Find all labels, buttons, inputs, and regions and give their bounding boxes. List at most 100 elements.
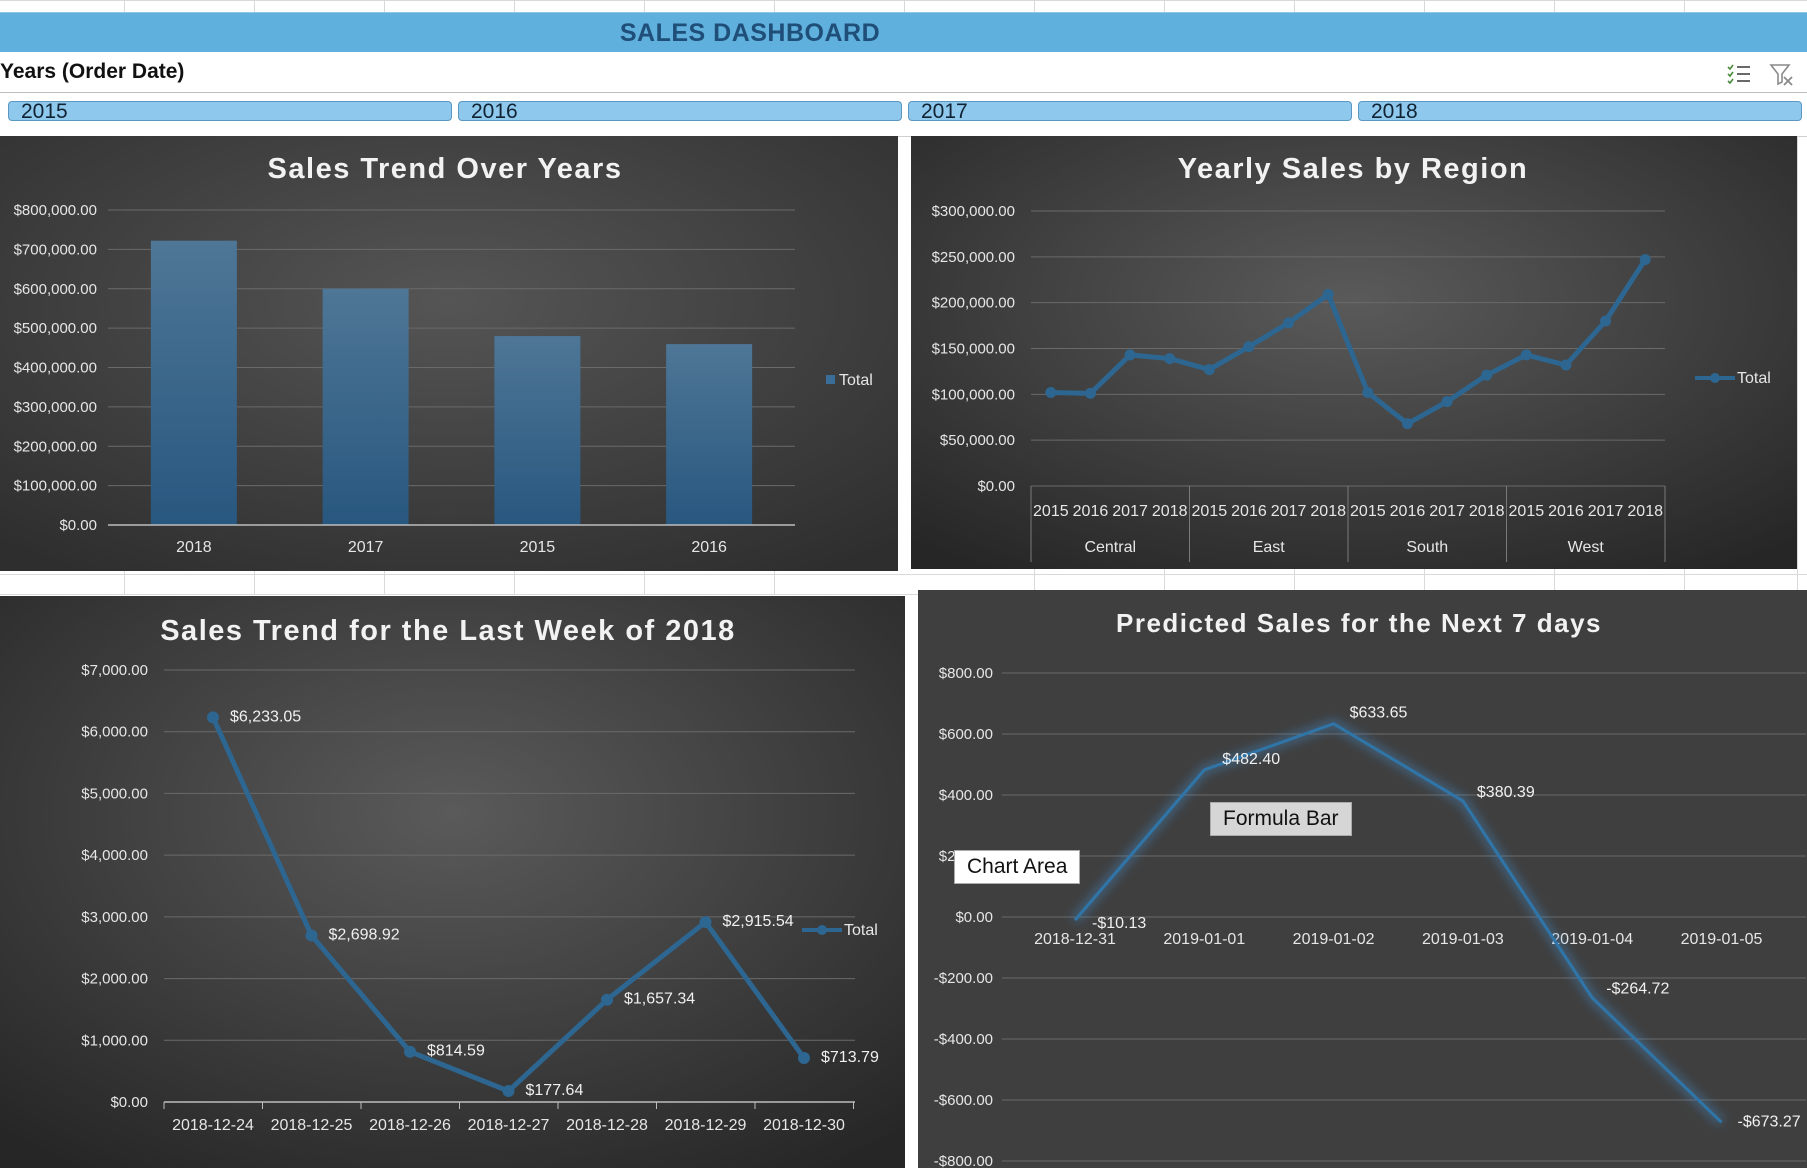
bar — [322, 288, 409, 525]
x-tick-label: 2016 — [691, 539, 727, 556]
data-label: $1,657.34 — [624, 991, 695, 1008]
chart-area-tooltip: Chart Area — [954, 850, 1081, 884]
data-label: $380.39 — [1477, 784, 1535, 801]
y-tick-label: $600,000.00 — [14, 281, 97, 298]
clear-filter-icon[interactable] — [1767, 60, 1795, 88]
x-tick-label: 2018-12-25 — [271, 1117, 353, 1134]
data-point — [1639, 254, 1651, 266]
y-tick-label: $800.00 — [939, 665, 993, 682]
group-label: South — [1406, 539, 1448, 556]
y-tick-label: $600.00 — [939, 726, 993, 743]
x-tick-label: 2018-12-26 — [369, 1117, 451, 1134]
x-tick-label: 2016 — [1390, 503, 1426, 520]
y-tick-label: -$200.00 — [934, 970, 993, 987]
bar — [150, 240, 237, 525]
data-point — [1322, 288, 1334, 300]
x-tick-label: 2019-01-03 — [1422, 931, 1504, 948]
data-point — [502, 1085, 515, 1098]
x-tick-label: 2016 — [1073, 503, 1109, 520]
y-tick-label: $500,000.00 — [14, 320, 97, 337]
chart-yearly-sales-region[interactable]: Yearly Sales by Region $0.00 $50,000.00 $10… — [911, 136, 1797, 569]
y-tick-label: -$400.00 — [934, 1031, 993, 1048]
y-tick-label: $300,000.00 — [932, 203, 1015, 220]
y-tick-label: $0.00 — [59, 517, 97, 534]
slicer-item-2017[interactable]: 2017 — [908, 101, 1352, 122]
data-label: -$264.72 — [1606, 981, 1669, 998]
y-tick-label: $0.00 — [955, 909, 993, 926]
x-tick-label: 2018-12-28 — [566, 1117, 648, 1134]
x-tick-label: 2019-01-01 — [1163, 931, 1245, 948]
chart-title: Sales Trend Over Years — [268, 153, 623, 185]
chart-title: Yearly Sales by Region — [1178, 153, 1529, 185]
legend-label: Total — [1737, 370, 1771, 387]
y-tick-label: $6,000.00 — [81, 724, 148, 741]
y-tick-label: $200,000.00 — [932, 295, 1015, 312]
data-point — [1243, 341, 1255, 353]
x-tick-label: 2018-12-27 — [468, 1117, 550, 1134]
data-label: $2,915.54 — [723, 913, 794, 930]
y-tick-label: $250,000.00 — [932, 249, 1015, 266]
data-point — [1401, 418, 1413, 430]
x-tick-label: 2015 — [1350, 503, 1386, 520]
multi-select-icon[interactable] — [1725, 60, 1753, 88]
dashboard-title: SALES DASHBOARD — [619, 19, 881, 47]
x-tick-label: 2018 — [1469, 503, 1505, 520]
bar — [666, 344, 753, 525]
years-slicer[interactable]: Years (Order Date) 2015 2016 2017 2018 — [0, 52, 1807, 137]
chart-last-week-2018[interactable]: Sales Trend for the Last Week of 2018 $0.… — [0, 596, 905, 1168]
x-tick-label: 2017 — [1588, 503, 1624, 520]
x-tick-label: 2016 — [1548, 503, 1584, 520]
bar — [494, 336, 581, 525]
x-tick-label: 2019-01-05 — [1681, 931, 1763, 948]
slicer-item-2018[interactable]: 2018 — [1358, 101, 1802, 122]
chart-title: Predicted Sales for the Next 7 days — [1116, 608, 1602, 638]
legend-marker — [1710, 373, 1720, 383]
data-point — [1362, 387, 1374, 398]
x-tick-label: 2016 — [1231, 503, 1267, 520]
chart-sales-trend-years[interactable]: Sales Trend Over Years $0.00 $100,000.00 $2… — [0, 136, 898, 571]
formula-bar-tooltip: Formula Bar — [1210, 802, 1352, 836]
y-tick-label: $0.00 — [977, 478, 1015, 495]
slicer-item-2015[interactable]: 2015 — [8, 101, 452, 122]
x-tick-label: 2019-01-02 — [1293, 931, 1375, 948]
dashboard-title-bar: SALES DASHBOARD — [0, 12, 1807, 54]
x-tick-label: 2018-12-29 — [665, 1117, 747, 1134]
y-tick-label: $1,000.00 — [81, 1032, 148, 1049]
x-tick-label: 2018 — [176, 539, 212, 556]
x-tick-label: 2019-01-04 — [1551, 931, 1633, 948]
y-tick-label: $7,000.00 — [81, 662, 148, 679]
data-point — [1203, 364, 1215, 376]
data-label: $2,698.92 — [329, 926, 400, 943]
y-tick-label: $100,000.00 — [932, 386, 1015, 403]
data-label: -$10.13 — [1092, 915, 1146, 932]
x-tick-label: 2018-12-24 — [172, 1117, 254, 1134]
x-tick-label: 2015 — [1192, 503, 1228, 520]
x-tick-label: 2018-12-30 — [763, 1117, 845, 1134]
y-tick-label: $50,000.00 — [940, 432, 1015, 449]
data-point — [1283, 317, 1295, 329]
y-tick-label: -$800.00 — [934, 1153, 993, 1168]
chart-background — [0, 596, 905, 1168]
sales-trend-years-svg: Sales Trend Over Years $0.00 $100,000.00 $2… — [0, 136, 898, 571]
y-tick-label: $3,000.00 — [81, 909, 148, 926]
group-label: Central — [1084, 539, 1136, 556]
y-tick-label: $2,000.00 — [81, 971, 148, 988]
x-tick-label: 2017 — [1112, 503, 1148, 520]
slicer-divider — [0, 92, 1807, 93]
legend-marker — [817, 925, 827, 935]
x-tick-label: 2017 — [348, 539, 384, 556]
chart-title: Sales Trend for the Last Week of 2018 — [160, 615, 736, 647]
slicer-item-2016[interactable]: 2016 — [458, 101, 902, 122]
data-label: $6,233.05 — [230, 708, 301, 725]
y-tick-label: $300,000.00 — [14, 399, 97, 416]
data-point — [699, 916, 712, 929]
data-point — [1520, 349, 1532, 361]
chart-background — [0, 136, 898, 571]
x-tick-label: 2017 — [1429, 503, 1465, 520]
legend-label: Total — [839, 372, 873, 389]
data-label: -$673.27 — [1738, 1113, 1801, 1130]
x-tick-label: 2018-12-31 — [1034, 931, 1116, 948]
data-point — [1045, 387, 1057, 398]
data-point — [1481, 369, 1493, 381]
legend-label: Total — [844, 922, 878, 939]
